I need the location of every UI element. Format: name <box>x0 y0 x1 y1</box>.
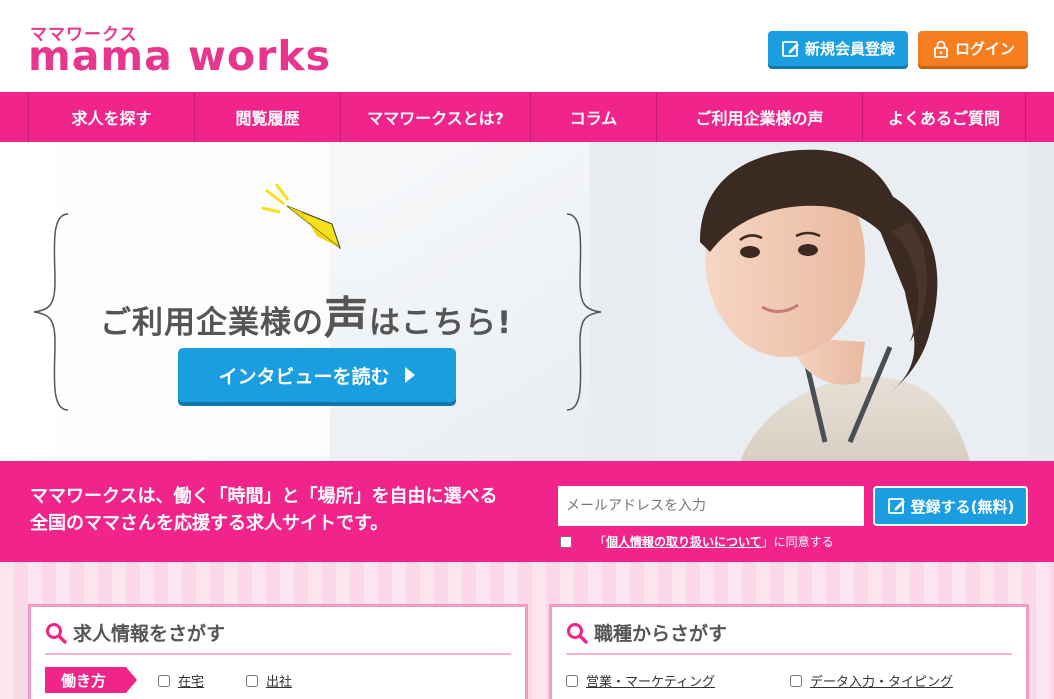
sales-marketing-label[interactable]: 営業・マーケティング <box>586 671 715 690</box>
play-arrow-icon <box>404 367 415 383</box>
hero-banner[interactable]: ご利用企業様の声はこちら! インタビューを読む <box>0 142 1054 461</box>
left-brace-icon <box>33 213 69 411</box>
remote-label[interactable]: 在宅 <box>178 671 204 690</box>
logo[interactable]: mama works <box>28 34 331 78</box>
hero-headline-emphasis: 声 <box>324 293 369 344</box>
signup-band: ママワークスは、働く「時間」と「場所」を自由に選べる 全国のママさんを応援する求… <box>0 461 1054 562</box>
nav-item-about[interactable]: ママワークスとは? <box>340 92 530 142</box>
read-interview-label: インタビューを読む <box>218 365 390 388</box>
data-entry-checkbox[interactable] <box>790 674 802 687</box>
site-header: ママワークス mama works 新規会員登録 ログイン <box>0 0 1054 92</box>
option-sales-marketing[interactable]: 営業・マーケティング <box>566 671 715 690</box>
login-button[interactable]: ログイン <box>918 31 1028 66</box>
megaphone-icon <box>262 184 342 250</box>
search-icon <box>46 622 67 644</box>
category-search-panel: 職種からさがす 営業・マーケティング データ入力・タイピング <box>549 604 1029 699</box>
nav-item-find-jobs[interactable]: 求人を探す <box>28 92 194 142</box>
signup-label: 新規会員登録 <box>804 40 895 58</box>
privacy-policy-link[interactable]: 個人情報の取り扱いについて <box>606 533 762 550</box>
tagline-line-1: ママワークスは、働く「時間」と「場所」を自由に選べる <box>30 486 498 507</box>
privacy-prefix: 「 <box>594 535 607 549</box>
tagline-line-2: 全国のママさんを応援する求人サイトです。 <box>30 513 389 534</box>
main-nav: 求人を探す 閲覧履歴 ママワークスとは? コラム ご利用企業様の声 よくあるご質… <box>0 92 1054 142</box>
divider <box>566 653 1012 655</box>
sales-marketing-checkbox[interactable] <box>566 674 578 687</box>
data-entry-label[interactable]: データ入力・タイピング <box>810 671 953 690</box>
signup-button[interactable]: 新規会員登録 <box>768 31 908 66</box>
nav-item-column[interactable]: コラム <box>530 92 656 142</box>
tagline: ママワークスは、働く「時間」と「場所」を自由に選べる 全国のママさんを応援する求… <box>30 483 497 537</box>
office-label[interactable]: 出社 <box>266 671 292 690</box>
privacy-suffix: 」に同意する <box>761 535 834 549</box>
search-section: 求人情報をさがす 働き方 在宅 出社 職種からさがす 営業・マーケティング デー… <box>0 562 1054 699</box>
lock-icon <box>934 40 948 58</box>
hero-headline-text: ご利用企業様の <box>100 305 324 341</box>
hero-headline-suffix: はこちら! <box>369 305 513 341</box>
remote-checkbox[interactable] <box>158 674 170 687</box>
option-office[interactable]: 出社 <box>246 671 292 690</box>
nav-item-testimonials[interactable]: ご利用企業様の声 <box>656 92 862 142</box>
email-input[interactable] <box>558 486 864 526</box>
office-checkbox[interactable] <box>246 674 258 687</box>
category-search-title-text: 職種からさがす <box>594 623 728 645</box>
hero-photo-woman <box>590 142 1030 461</box>
option-remote[interactable]: 在宅 <box>158 671 204 690</box>
divider <box>45 653 511 655</box>
nav-item-faq[interactable]: よくあるご質問 <box>862 92 1026 142</box>
edit-icon <box>887 498 905 514</box>
nav-item-history[interactable]: 閲覧履歴 <box>194 92 340 142</box>
category-search-title: 職種からさがす <box>566 619 727 646</box>
login-label: ログイン <box>954 40 1015 58</box>
job-search-panel: 求人情報をさがす 働き方 在宅 出社 <box>28 604 528 699</box>
right-brace-icon <box>566 213 602 411</box>
option-data-entry[interactable]: データ入力・タイピング <box>790 671 953 690</box>
register-free-label: 登録する(無料) <box>910 497 1015 516</box>
work-style-tag: 働き方 <box>45 667 137 693</box>
search-icon <box>567 622 588 644</box>
read-interview-button[interactable]: インタビューを読む <box>178 348 456 402</box>
hero-headline: ご利用企業様の声はこちら! <box>100 282 512 346</box>
register-free-button[interactable]: 登録する(無料) <box>873 486 1028 526</box>
edit-icon <box>782 40 799 57</box>
job-search-title: 求人情報をさがす <box>45 619 225 646</box>
privacy-agreement: 「 個人情報の取り扱いについて 」に同意する <box>560 533 834 550</box>
privacy-checkbox[interactable] <box>560 535 572 548</box>
job-search-title-text: 求人情報をさがす <box>73 623 226 645</box>
